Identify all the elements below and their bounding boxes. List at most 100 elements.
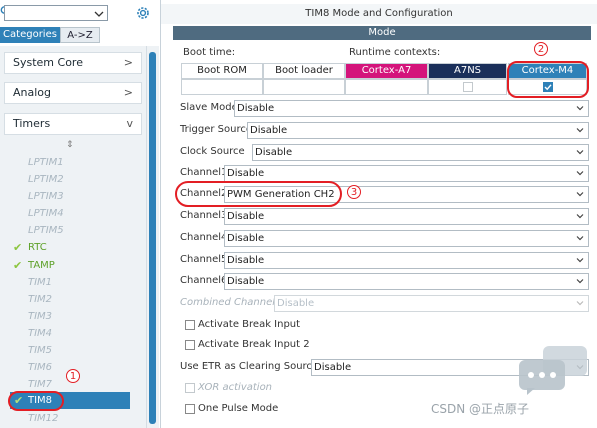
trigger-source-select[interactable]: Disable	[247, 122, 589, 139]
list-item-tim2[interactable]: TIM2	[28, 291, 52, 308]
break-input-checkbox[interactable]	[185, 320, 195, 330]
list-item-rtc[interactable]: RTC	[28, 239, 47, 256]
chevron-down-icon	[576, 258, 584, 263]
cortex-a7-secure-header: Cortex-A7 secure	[345, 63, 428, 90]
category-system-core[interactable]: System Core >	[4, 52, 142, 74]
annotation-number-2: 2	[534, 42, 548, 56]
chevron-down-icon	[576, 128, 584, 133]
boot-time-label: Boot time:	[183, 47, 236, 58]
a7ns-header: A7NS	[428, 63, 507, 79]
combined-channels-label: Combined Channels	[180, 297, 281, 308]
category-label: System Core	[13, 56, 83, 69]
channel1-select[interactable]: Disable	[224, 165, 589, 182]
left-panel: Categories A->Z System Core > Analog > T…	[0, 0, 161, 428]
sort-icon[interactable]: ⇕	[66, 140, 74, 150]
xor-activation-label: XOR activation	[198, 382, 273, 393]
annotation-oval	[8, 391, 64, 411]
one-pulse-checkbox[interactable]	[185, 404, 195, 414]
channel6-select[interactable]: Disable	[224, 273, 589, 290]
annotation-oval	[507, 61, 589, 98]
chevron-down-icon	[576, 192, 584, 197]
boot-rom-header: Boot ROM	[181, 63, 263, 79]
configuration-panel: TIM8 Mode and Configuration Mode Boot ti…	[161, 0, 597, 428]
chevron-down-icon	[576, 171, 584, 176]
list-item-tim3[interactable]: TIM3	[28, 308, 52, 325]
channel1-label: Channel1	[180, 167, 228, 178]
scrollbar-thumb[interactable]	[149, 52, 156, 424]
panel-title: TIM8 Mode and Configuration	[161, 4, 597, 24]
boot-loader-header: Boot loader	[263, 63, 345, 79]
select-value: Disable	[250, 125, 288, 136]
chevron-right-icon: >	[123, 86, 133, 99]
chevron-down-icon[interactable]	[93, 9, 105, 19]
select-value: Disable	[314, 362, 352, 373]
select-value: Disable	[227, 233, 265, 244]
gear-icon[interactable]	[136, 6, 150, 20]
list-item-lptim3[interactable]: LPTIM3	[28, 188, 64, 205]
a7ns-checkbox[interactable]	[463, 82, 473, 92]
list-item-tim4[interactable]: TIM4	[28, 325, 52, 342]
runtime-contexts-label: Runtime contexts:	[349, 47, 441, 58]
tab-a-z[interactable]: A->Z	[60, 27, 100, 43]
annotation-number-1: 1	[66, 369, 80, 383]
break-input2-checkbox[interactable]	[185, 340, 195, 350]
select-value: Disable	[227, 255, 265, 266]
cortex-a7-secure-cell	[345, 79, 428, 95]
channel5-select[interactable]: Disable	[224, 252, 589, 269]
chevron-down-icon: v	[126, 117, 133, 130]
select-value: Disable	[277, 298, 315, 309]
mode-header: Mode	[173, 26, 591, 40]
chevron-down-icon	[576, 301, 584, 306]
slave-mode-select[interactable]: Disable	[234, 100, 589, 117]
boot-rom-cell	[181, 79, 263, 95]
chevron-down-icon	[576, 279, 584, 284]
xor-activation-checkbox[interactable]	[185, 383, 195, 393]
channel5-label: Channel5	[180, 254, 228, 265]
select-value: Disable	[237, 103, 275, 114]
chevron-down-icon	[576, 106, 584, 111]
select-value: Disable	[227, 276, 265, 287]
list-item-tim6[interactable]: TIM6	[28, 359, 52, 376]
chat-bubble-icon	[519, 346, 587, 395]
slave-mode-label: Slave Mode	[180, 102, 238, 113]
watermark-text: CSDN @正点原子	[431, 402, 530, 416]
chevron-right-icon: >	[123, 56, 133, 69]
list-item-lptim5[interactable]: LPTIM5	[28, 222, 64, 239]
chevron-down-icon	[576, 236, 584, 241]
one-pulse-label: One Pulse Mode	[198, 403, 279, 414]
tab-categories[interactable]: Categories	[0, 27, 60, 43]
list-item-lptim4[interactable]: LPTIM4	[28, 205, 64, 222]
chevron-down-icon	[576, 150, 584, 155]
check-icon: ✔	[13, 241, 23, 254]
channel3-select[interactable]: Disable	[224, 208, 589, 225]
clock-source-select[interactable]: Disable	[252, 144, 589, 161]
category-analog[interactable]: Analog >	[4, 82, 142, 104]
etr-clearing-label: Use ETR as Clearing Source	[180, 361, 319, 372]
boot-loader-cell	[263, 79, 345, 95]
list-item-tim1[interactable]: TIM1	[28, 274, 52, 291]
clock-source-label: Clock Source	[180, 146, 245, 157]
list-item-tim12[interactable]: TIM12	[28, 410, 58, 427]
list-item-tamp[interactable]: TAMP	[28, 257, 55, 274]
chevron-down-icon	[576, 214, 584, 219]
select-value: Disable	[227, 168, 265, 179]
category-timers[interactable]: Timers v	[4, 113, 142, 135]
trigger-source-label: Trigger Source	[180, 124, 253, 135]
list-item-lptim1[interactable]: LPTIM1	[28, 154, 64, 171]
combined-channels-select[interactable]: Disable	[274, 295, 589, 312]
channel6-label: Channel6	[180, 275, 228, 286]
channel3-label: Channel3	[180, 210, 228, 221]
break-input-label: Activate Break Input	[198, 319, 301, 330]
channel4-select[interactable]: Disable	[224, 230, 589, 247]
list-item-tim5[interactable]: TIM5	[28, 342, 52, 359]
channel4-label: Channel4	[180, 232, 228, 243]
check-icon: ✔	[13, 259, 23, 272]
select-value: Disable	[255, 147, 293, 158]
annotation-number-3: 3	[347, 185, 361, 199]
list-item-lptim2[interactable]: LPTIM2	[28, 171, 64, 188]
annotation-oval	[175, 181, 342, 207]
search-input[interactable]	[4, 5, 108, 21]
category-label: Timers	[13, 117, 51, 130]
a7ns-cell	[428, 79, 507, 95]
category-label: Analog	[13, 86, 52, 99]
